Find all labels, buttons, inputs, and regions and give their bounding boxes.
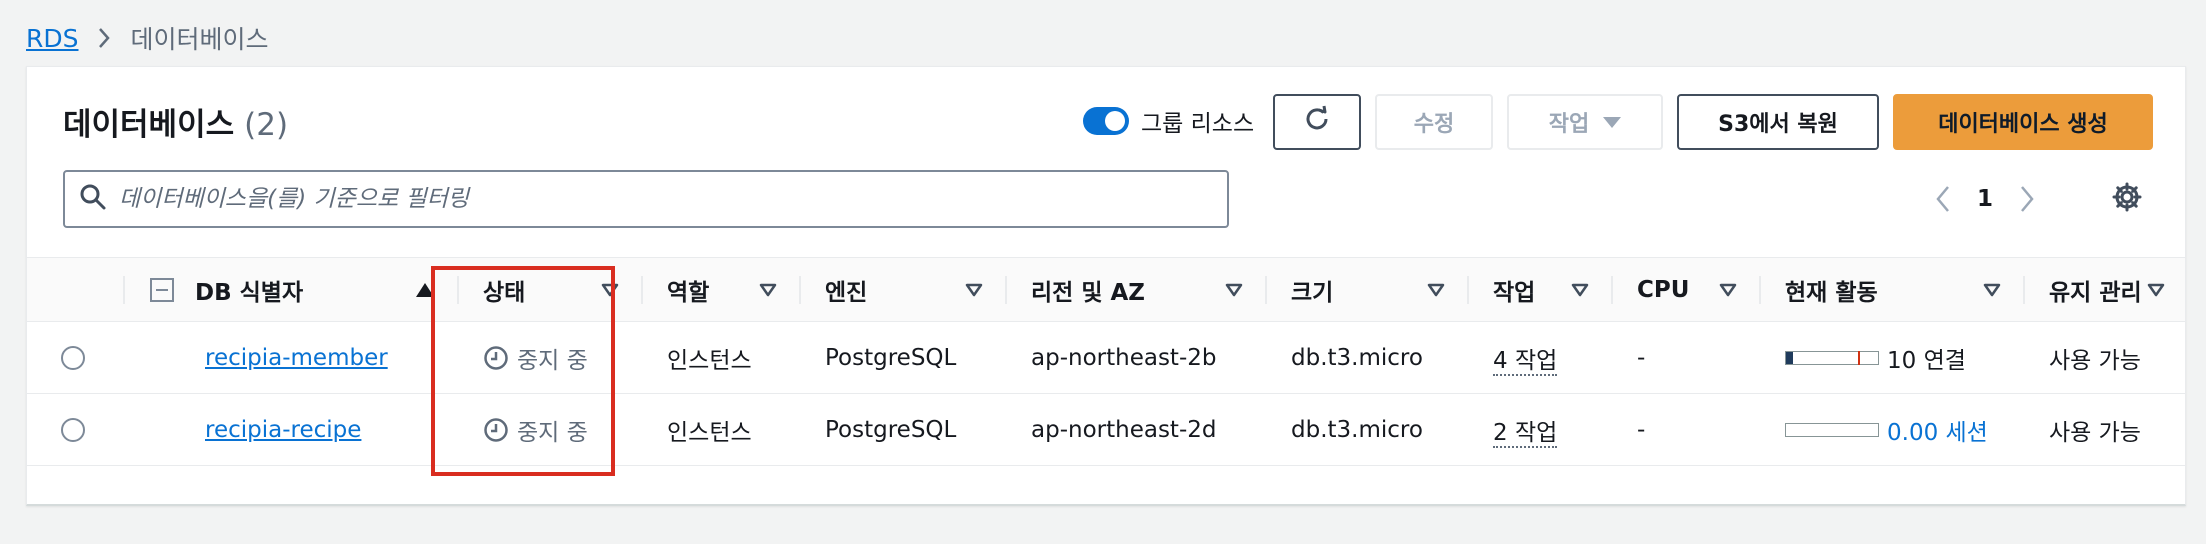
sort-icon[interactable]: [1427, 283, 1445, 297]
search-icon: [79, 183, 107, 215]
create-database-button[interactable]: 데이터베이스 생성: [1893, 94, 2153, 150]
next-page-button[interactable]: [2019, 184, 2035, 214]
db-id-link[interactable]: recipia-member: [205, 345, 388, 371]
header-maintenance[interactable]: 유지 관리: [2023, 258, 2185, 322]
header-size[interactable]: 크기: [1265, 258, 1467, 322]
current-page[interactable]: 1: [1977, 186, 1993, 212]
toggle-knob: [1105, 111, 1125, 131]
table-row[interactable]: recipia-member 중지 중 인스턴스 PostgreSQL ap-n…: [27, 322, 2185, 394]
caret-down-icon: [1603, 116, 1622, 128]
page-title: 데이터베이스 (2): [63, 99, 288, 144]
activity-bar-fill: [1786, 351, 1794, 364]
group-resources-label: 그룹 리소스: [1141, 111, 1255, 137]
row-select-cell: [27, 394, 123, 466]
cpu-cell: -: [1637, 416, 1646, 443]
db-id-cell: recipia-recipe: [123, 394, 457, 466]
region-cell: ap-northeast-2d: [1031, 416, 1217, 443]
header-engine[interactable]: 엔진: [799, 258, 1005, 322]
row-select-radio[interactable]: [61, 345, 85, 370]
actions-label: 작업: [1548, 112, 1590, 137]
header-db-id-label: DB 식별자: [195, 279, 304, 306]
role-cell: 인스턴스: [667, 419, 752, 446]
previous-page-button[interactable]: [1935, 184, 1951, 214]
group-resources-toggle[interactable]: [1083, 107, 1129, 135]
pagination: 1: [1935, 175, 2035, 223]
breadcrumb-current: 데이터베이스: [130, 25, 269, 54]
table-header-row: DB 식별자 상태 역할 엔진 리전 및 AZ 크기 작업 CPU 현재 활동 …: [27, 257, 2185, 322]
header-region-label: 리전 및 AZ: [1031, 279, 1145, 306]
search-field: [63, 170, 1229, 228]
activity-text[interactable]: 0.00 세션: [1887, 413, 1988, 447]
breadcrumb: RDS 데이터베이스: [26, 18, 269, 58]
status-column-highlight-box: [431, 266, 615, 476]
region-cell: ap-northeast-2b: [1031, 344, 1217, 371]
header-select-spacer: [27, 258, 123, 322]
row-select-cell: [27, 322, 123, 394]
header-region[interactable]: 리전 및 AZ: [1005, 258, 1265, 322]
refresh-button[interactable]: [1273, 94, 1361, 150]
sort-icon[interactable]: [965, 283, 983, 297]
engine-cell: PostgreSQL: [825, 344, 957, 371]
role-cell: 인스턴스: [667, 347, 752, 374]
actions-cell: 2 작업: [1467, 394, 1611, 466]
size-cell: db.t3.micro: [1291, 344, 1423, 371]
maintenance-cell: 사용 가능: [2049, 419, 2141, 446]
actions-count[interactable]: 4 작업: [1493, 347, 1558, 376]
sort-icon[interactable]: [1571, 283, 1589, 297]
header-engine-label: 엔진: [825, 279, 868, 306]
sort-icon[interactable]: [1983, 283, 2001, 297]
chevron-right-icon: [97, 27, 111, 49]
size-cell: db.t3.micro: [1291, 416, 1423, 443]
actions-dropdown-button[interactable]: 작업: [1507, 94, 1663, 150]
databases-panel: 데이터베이스 (2) 그룹 리소스 수정 작업 S3에서 복원 데이터베이스 생…: [26, 66, 2186, 506]
databases-table: DB 식별자 상태 역할 엔진 리전 및 AZ 크기 작업 CPU 현재 활동 …: [27, 257, 2185, 466]
actions-count[interactable]: 2 작업: [1493, 419, 1558, 448]
restore-from-s3-button[interactable]: S3에서 복원: [1677, 94, 1879, 150]
header-role[interactable]: 역할: [641, 258, 799, 322]
settings-gear-icon[interactable]: [2111, 181, 2143, 217]
refresh-icon: [1302, 104, 1332, 140]
row-select-radio[interactable]: [61, 417, 85, 442]
header-cpu-label: CPU: [1637, 276, 1690, 303]
header-size-label: 크기: [1291, 279, 1334, 306]
breadcrumb-rds-link[interactable]: RDS: [26, 24, 79, 53]
activity-bar-threshold: [1858, 350, 1860, 365]
actions-cell: 4 작업: [1467, 322, 1611, 394]
activity-cell: 0.00 세션: [1759, 394, 2023, 466]
table-row[interactable]: recipia-recipe 중지 중 인스턴스 PostgreSQL ap-n…: [27, 394, 2185, 466]
db-id-link[interactable]: recipia-recipe: [205, 417, 361, 443]
header-db-id[interactable]: DB 식별자: [123, 258, 457, 322]
panel-title-text: 데이터베이스: [63, 107, 235, 143]
search-input[interactable]: [119, 186, 1219, 212]
sort-icon[interactable]: [759, 283, 777, 297]
sort-icon[interactable]: [1225, 283, 1243, 297]
activity-cell: 10 연결: [1759, 322, 2023, 394]
sort-icon[interactable]: [2147, 283, 2165, 297]
group-resources-toggle-wrap: 그룹 리소스: [1083, 104, 1254, 138]
header-actions[interactable]: 작업: [1467, 258, 1611, 322]
activity-bar: [1785, 422, 1879, 437]
collapse-all-icon[interactable]: [149, 277, 175, 303]
sort-icon[interactable]: [1719, 283, 1737, 297]
header-role-label: 역할: [667, 279, 710, 306]
modify-button[interactable]: 수정: [1375, 94, 1493, 150]
maintenance-cell: 사용 가능: [2049, 347, 2141, 374]
header-maintenance-label: 유지 관리: [2049, 279, 2142, 306]
activity-text: 10 연결: [1887, 347, 1966, 374]
header-actions-label: 작업: [1493, 279, 1536, 306]
header-activity[interactable]: 현재 활동: [1759, 258, 2023, 322]
header-cpu[interactable]: CPU: [1611, 258, 1759, 322]
header-activity-label: 현재 활동: [1785, 279, 1878, 306]
activity-bar: [1785, 350, 1879, 365]
engine-cell: PostgreSQL: [825, 416, 957, 443]
database-count: (2): [244, 107, 289, 143]
cpu-cell: -: [1637, 344, 1646, 371]
db-id-cell: recipia-member: [123, 322, 457, 394]
